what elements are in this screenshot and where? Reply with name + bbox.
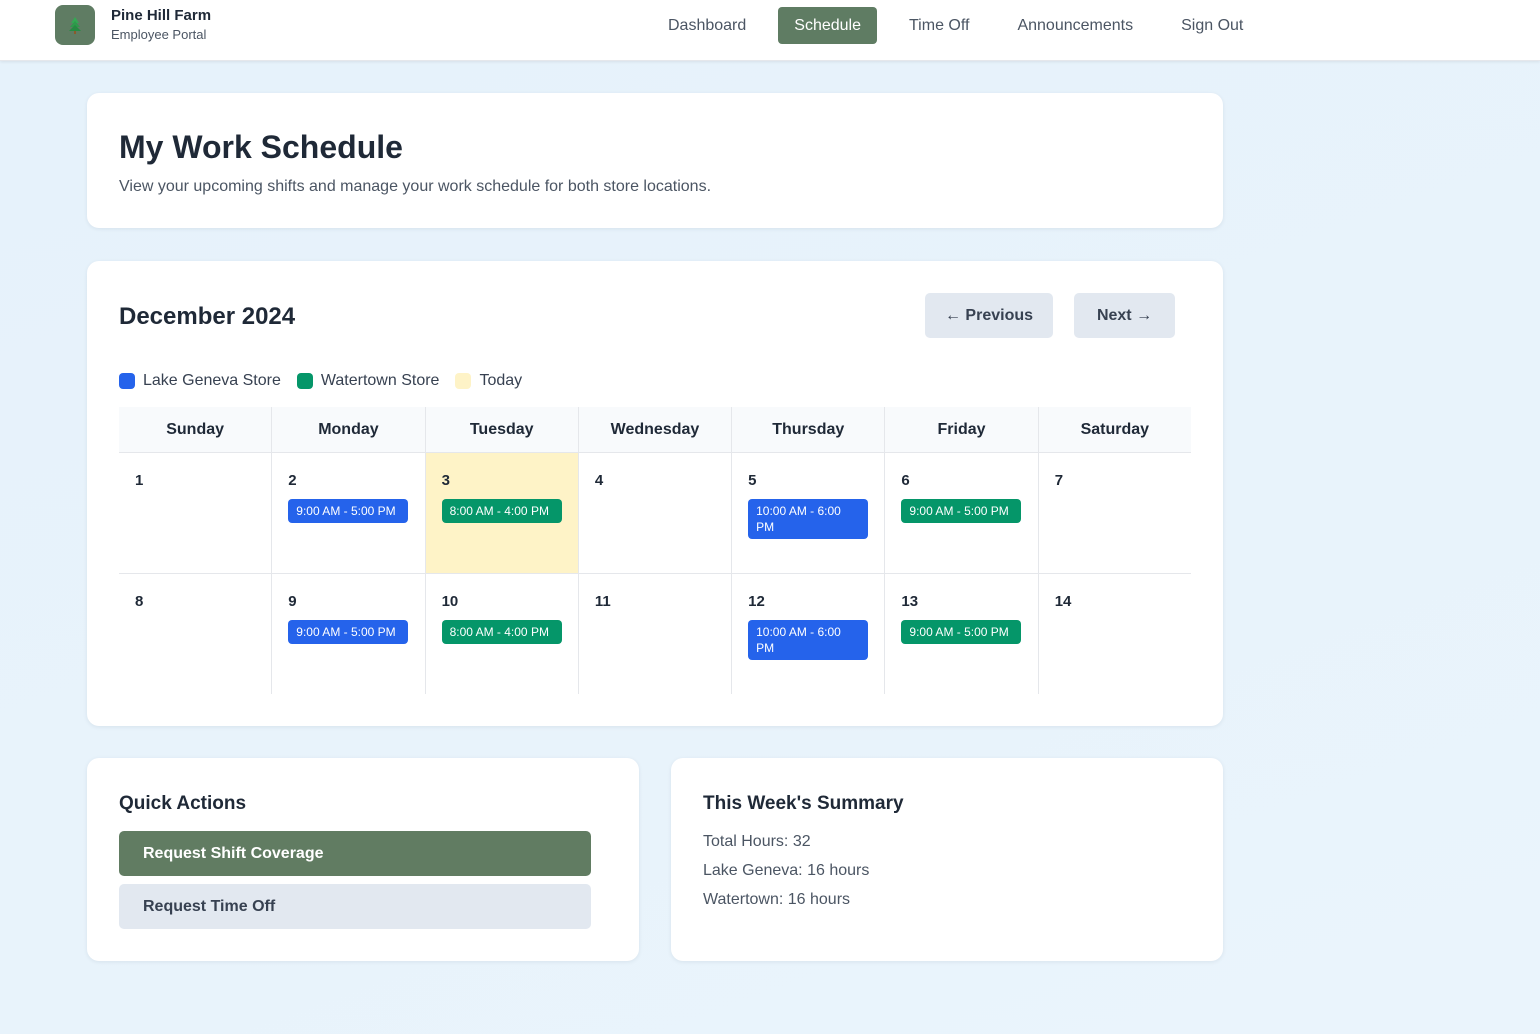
weekday-label: Sunday xyxy=(119,407,273,452)
next-month-button[interactable]: Next → xyxy=(1074,293,1175,338)
day-number: 4 xyxy=(594,472,604,489)
shift-badge-lake-geneva[interactable]: 10:00 AM - 6:00 PM xyxy=(748,620,869,660)
day-number: 5 xyxy=(748,472,757,489)
calendar-day-cell[interactable]: 7 xyxy=(1039,453,1191,573)
calendar-day-cell[interactable]: 14 xyxy=(1039,574,1191,694)
nav-announcements[interactable]: Announcements xyxy=(1001,7,1149,44)
weekday-label: Friday xyxy=(885,407,1039,452)
legend-label: Watertown Store xyxy=(320,372,440,389)
weekday-label: Tuesday xyxy=(426,407,579,452)
top-navigation-bar: Pine Hill Farm Employee Portal Dashboard… xyxy=(0,0,1540,61)
legend-watertown: Watertown Store xyxy=(296,372,440,390)
shift-badge-watertown[interactable]: 8:00 AM - 4:00 PM xyxy=(441,620,562,644)
shift-badge-watertown[interactable]: 8:00 AM - 4:00 PM xyxy=(441,499,562,523)
day-number: 1 xyxy=(135,472,144,489)
weekday-label: Thursday xyxy=(732,407,886,452)
day-number: 3 xyxy=(441,472,450,489)
day-number: 7 xyxy=(1054,472,1064,489)
calendar-grid: Sunday Monday Tuesday Wednesday Thursday… xyxy=(119,407,1191,694)
watertown-hours: Watertown: 16 hours xyxy=(703,891,851,908)
nav-schedule[interactable]: Schedule xyxy=(778,7,877,44)
legend-swatch xyxy=(455,373,472,389)
quick-actions-title: Quick Actions xyxy=(119,793,247,814)
shift-badge-lake-geneva[interactable]: 9:00 AM - 5:00 PM xyxy=(288,620,409,644)
calendar-day-cell[interactable]: 6 9:00 AM - 5:00 PM xyxy=(885,453,1039,573)
shift-badge-lake-geneva[interactable]: 10:00 AM - 6:00 PM xyxy=(748,499,869,539)
calendar-day-cell[interactable]: 13 9:00 AM - 5:00 PM xyxy=(885,574,1039,694)
calendar-day-cell[interactable]: 9 9:00 AM - 5:00 PM xyxy=(272,574,426,694)
page-subtitle: View your upcoming shifts and manage you… xyxy=(119,178,712,195)
calendar-day-cell[interactable]: 1 xyxy=(119,453,273,573)
month-title: December 2024 xyxy=(119,303,296,330)
day-number: 6 xyxy=(901,472,910,489)
shift-badge-watertown[interactable]: 9:00 AM - 5:00 PM xyxy=(901,499,1022,523)
weekly-summary-title: This Week's Summary xyxy=(703,793,904,814)
day-number: 2 xyxy=(288,472,297,489)
total-hours: Total Hours: 32 xyxy=(703,833,811,850)
legend-swatch xyxy=(119,373,135,389)
day-number: 8 xyxy=(135,593,144,610)
shift-badge-watertown[interactable]: 9:00 AM - 5:00 PM xyxy=(901,620,1022,644)
weekday-label: Monday xyxy=(272,407,426,452)
brand[interactable]: Pine Hill Farm Employee Portal xyxy=(55,5,211,45)
day-number: 13 xyxy=(901,593,919,610)
main-nav: Dashboard Schedule Time Off Announcement… xyxy=(652,7,1275,44)
brand-subtitle: Employee Portal xyxy=(111,27,207,42)
request-time-off-button[interactable]: Request Time Off xyxy=(119,884,591,929)
calendar-day-cell[interactable]: 4 xyxy=(579,453,733,573)
calendar-day-cell-today[interactable]: 3 8:00 AM - 4:00 PM xyxy=(425,453,579,573)
calendar-card: December 2024 ← Previous Next → Lake Gen… xyxy=(87,261,1223,726)
nav-dashboard[interactable]: Dashboard xyxy=(652,7,762,44)
shift-badge-lake-geneva[interactable]: 9:00 AM - 5:00 PM xyxy=(288,499,409,523)
page-title: My Work Schedule xyxy=(119,129,403,165)
weekday-label: Saturday xyxy=(1080,421,1150,438)
day-number: 10 xyxy=(441,593,459,610)
weekday-header: Sunday Monday Tuesday Wednesday Thursday… xyxy=(119,407,1191,453)
calendar-day-cell[interactable]: 8 xyxy=(119,574,273,694)
page-header-card: My Work Schedule View your upcoming shif… xyxy=(87,93,1223,228)
nav-sign-out[interactable]: Sign Out xyxy=(1165,7,1259,44)
nav-time-off[interactable]: Time Off xyxy=(893,7,985,44)
calendar-day-cell[interactable]: 2 9:00 AM - 5:00 PM xyxy=(272,453,426,573)
legend-label: Today xyxy=(479,372,523,389)
legend-label: Lake Geneva Store xyxy=(143,372,281,389)
weekday-label: Wednesday xyxy=(579,407,733,452)
weekly-summary-card: This Week's Summary Total Hours: 32 Lake… xyxy=(671,758,1223,961)
previous-month-button[interactable]: ← Previous xyxy=(925,293,1053,338)
calendar-week-row: 8 9 9:00 AM - 5:00 PM 10 8:00 AM - 4:00 … xyxy=(119,574,1191,694)
calendar-day-cell[interactable]: 12 10:00 AM - 6:00 PM xyxy=(732,574,886,694)
brand-name: Pine Hill Farm xyxy=(111,7,212,24)
calendar-day-cell[interactable]: 10 8:00 AM - 4:00 PM xyxy=(426,574,579,694)
legend-today: Today xyxy=(455,372,522,390)
calendar-day-cell[interactable]: 5 10:00 AM - 6:00 PM xyxy=(732,453,886,573)
legend-lake-geneva: Lake Geneva Store xyxy=(119,372,281,390)
calendar-legend: Lake Geneva Store Watertown Store Today xyxy=(119,372,538,390)
request-shift-coverage-button[interactable]: Request Shift Coverage xyxy=(119,831,591,876)
legend-swatch xyxy=(296,373,313,389)
calendar-week-row: 1 2 9:00 AM - 5:00 PM 3 8:00 AM - 4:00 P… xyxy=(119,453,1191,574)
day-number: 11 xyxy=(594,593,611,610)
quick-actions-card: Quick Actions Request Shift Coverage Req… xyxy=(87,758,639,961)
day-number: 9 xyxy=(288,593,297,610)
calendar-day-cell[interactable]: 11 xyxy=(579,574,733,694)
day-number: 12 xyxy=(748,593,765,610)
day-number: 14 xyxy=(1054,593,1072,610)
lake-geneva-hours: Lake Geneva: 16 hours xyxy=(703,862,870,879)
pine-tree-icon xyxy=(55,5,95,45)
